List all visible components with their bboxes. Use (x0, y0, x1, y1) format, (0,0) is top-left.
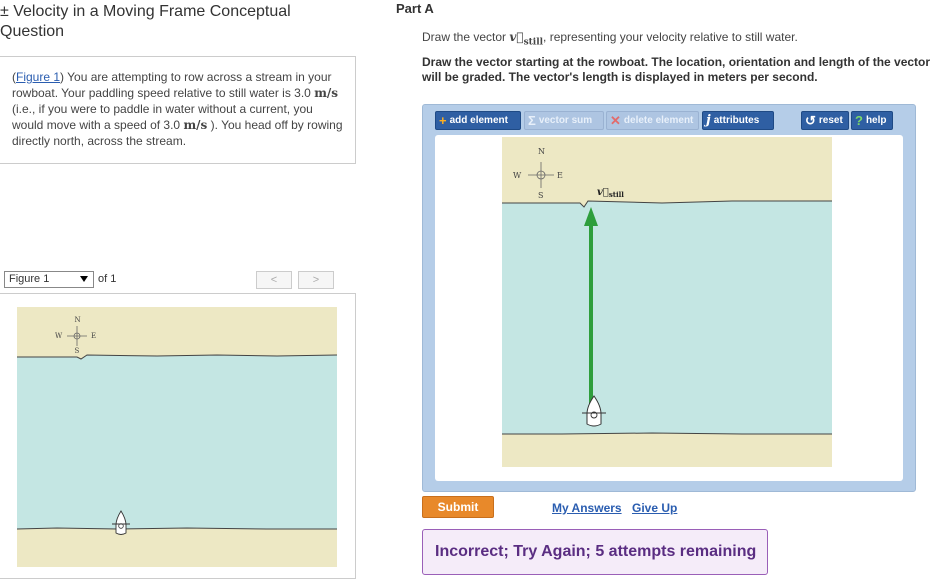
question-icon: ? (855, 113, 863, 128)
delete-element-label: delete element (623, 115, 694, 126)
drawing-stream-scene[interactable]: N S E W v⃗still (502, 137, 832, 467)
attributes-label: attributes (713, 115, 760, 126)
figure-select[interactable]: Figure 1 (4, 271, 94, 288)
reset-button[interactable]: ↺ reset (801, 111, 849, 130)
attributes-button[interactable]: j attributes (702, 111, 774, 130)
water-area (502, 201, 832, 434)
sigma-icon: Σ (528, 113, 536, 128)
compass-e-label: E (91, 332, 96, 340)
delete-element-button[interactable]: ✕ delete element (606, 111, 699, 130)
compass-e-label: E (557, 171, 563, 180)
close-icon: ✕ (610, 113, 621, 128)
part-a-heading: Part A (396, 1, 434, 16)
figure-next-button[interactable]: > (298, 271, 334, 289)
refresh-icon: ↺ (805, 113, 816, 128)
compass-n-label: N (538, 147, 545, 156)
unit-ms-2: m/s (183, 118, 208, 132)
vector-label-symbol: v⃗ (597, 187, 609, 198)
instruction-line: Draw the vector v⃗still, representing yo… (422, 30, 798, 47)
give-up-link[interactable]: Give Up (632, 501, 677, 515)
vector-sum-label: vector sum (538, 115, 593, 126)
help-label: help (865, 115, 887, 126)
feedback-message: Incorrect; Try Again; 5 attempts remaini… (422, 529, 768, 575)
compass-s-label: S (538, 191, 543, 200)
add-element-button[interactable]: + add element (435, 111, 521, 130)
compass-w-label: W (513, 171, 522, 180)
reset-label: reset (818, 115, 843, 126)
vector-sum-button[interactable]: Σvector sum (524, 111, 604, 130)
compass-s-label: S (75, 347, 80, 355)
help-button[interactable]: ? help (851, 111, 893, 130)
figure-count: of 1 (98, 273, 117, 285)
chevron-down-icon (80, 276, 88, 282)
add-element-label: add element (449, 115, 508, 126)
question-title: ± Velocity in a Moving Frame Conceptual … (0, 3, 291, 40)
plus-icon: + (439, 113, 447, 128)
page: ± Velocity in a Moving Frame Conceptual … (0, 0, 948, 583)
my-answers-link[interactable]: My Answers (552, 501, 622, 515)
figure-prev-button[interactable]: < (256, 271, 292, 289)
vector-symbol: v⃗ (509, 30, 524, 44)
grading-instruction: Draw the vector starting at the rowboat.… (422, 55, 931, 84)
vector-label-subscript: still (609, 190, 624, 199)
vector-subscript: still (523, 37, 544, 48)
instruction-text-a: Draw the vector (422, 30, 510, 44)
compass-w-label: W (55, 332, 63, 340)
compass-n-label: N (75, 316, 81, 324)
figure-link[interactable]: Figure 1 (16, 70, 60, 84)
figure-select-value: Figure 1 (9, 273, 50, 285)
info-icon: j (706, 113, 711, 128)
unit-ms-1: m/s (314, 86, 339, 100)
figure-stream-scene: N S E W (17, 307, 337, 567)
instruction-text-b: , representing your velocity relative to… (543, 30, 798, 44)
intro-text-a: You are attempting to row across a strea… (12, 70, 332, 100)
question-intro: (Figure 1) You are attempting to row acr… (0, 56, 356, 164)
water-area (17, 355, 337, 529)
submit-button[interactable]: Submit (422, 496, 494, 518)
